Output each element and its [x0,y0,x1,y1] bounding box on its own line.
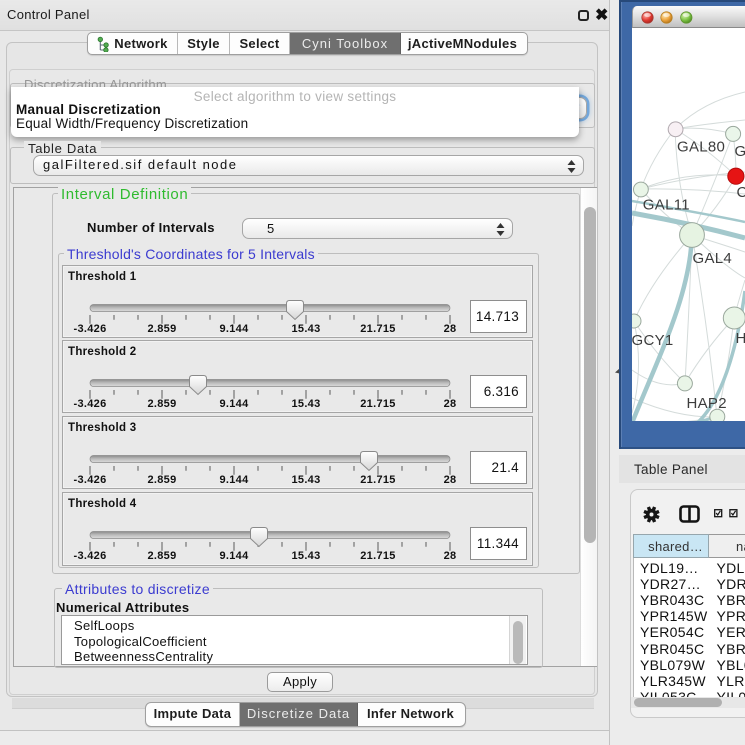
svg-text:GCY1: GCY1 [632,332,674,349]
svg-text:H: H [736,330,745,347]
svg-text:GAL4: GAL4 [693,250,733,267]
svg-text:C: C [737,184,745,201]
svg-text:GA: GA [735,143,745,160]
svg-text:GAL11: GAL11 [643,197,690,214]
svg-text:GAL80: GAL80 [677,139,725,156]
svg-text:HAP2: HAP2 [687,395,727,412]
